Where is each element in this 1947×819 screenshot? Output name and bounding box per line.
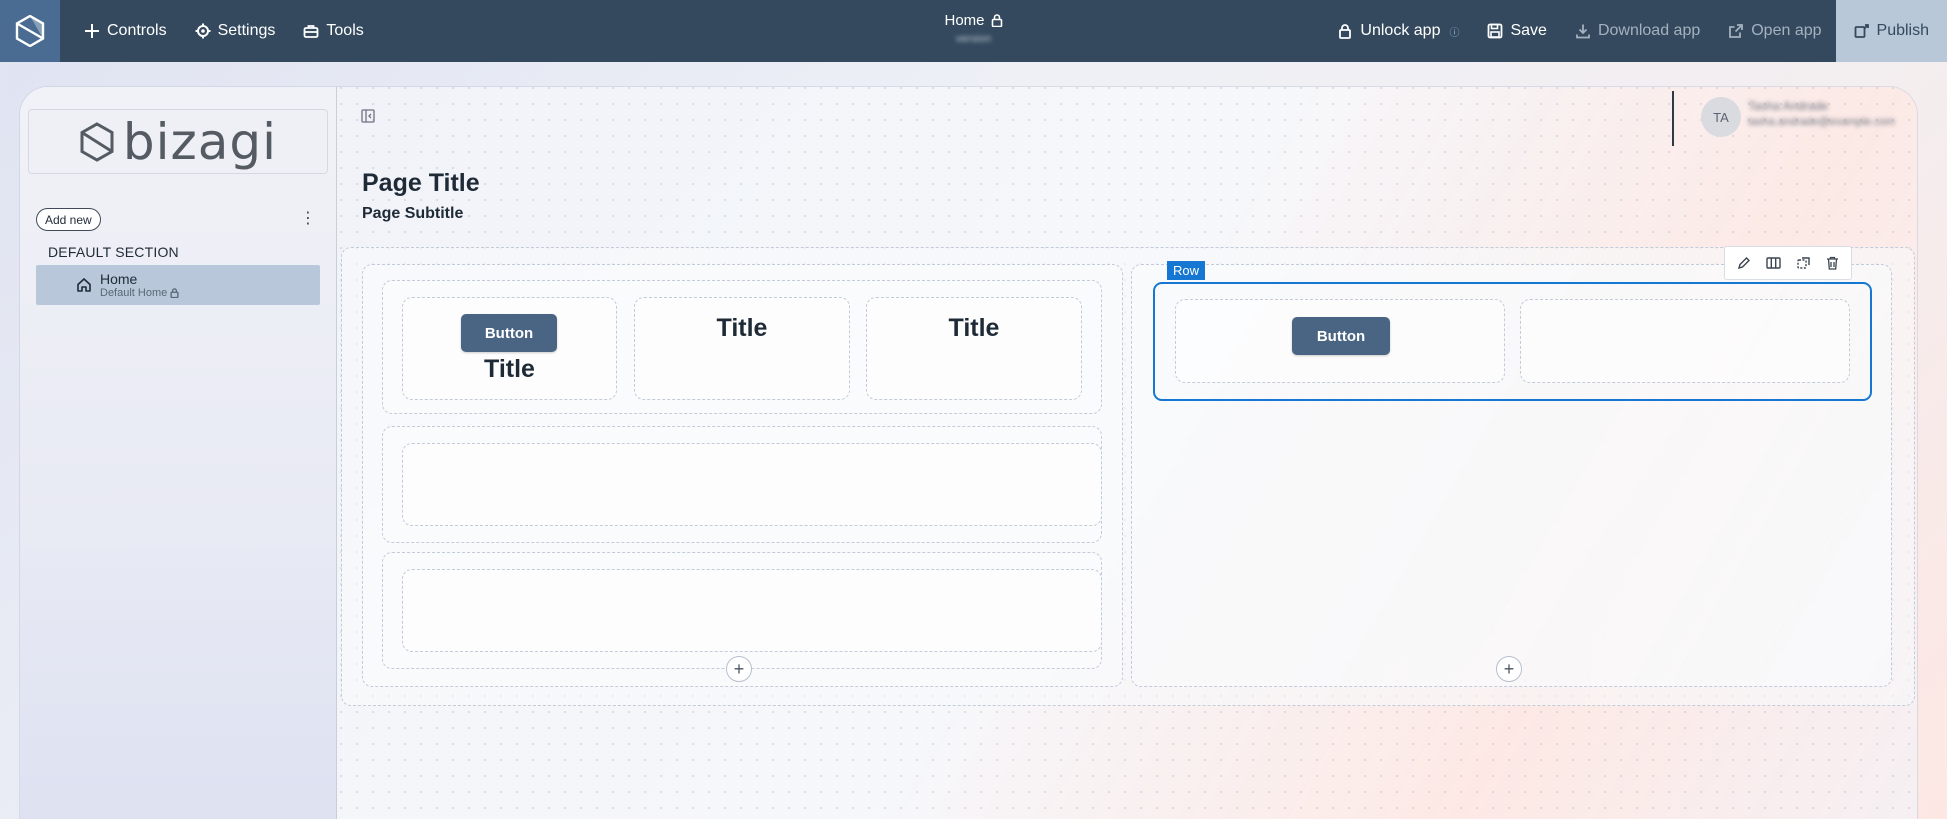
page-title[interactable]: Page Title	[362, 169, 480, 198]
add-new-button[interactable]: Add new	[36, 208, 101, 231]
app-sidebar: bizagi Add new ⋮ DEFAULT SECTION Home De…	[20, 87, 337, 819]
add-row-button[interactable]: +	[726, 656, 752, 682]
left-row-1-cell-1[interactable]: Button Title	[402, 297, 617, 400]
lock-icon	[1339, 24, 1352, 39]
unlock-app-button[interactable]: Unlock app ⓘ	[1323, 0, 1473, 62]
header-divider	[1672, 91, 1674, 146]
settings-button[interactable]: Settings	[181, 0, 290, 62]
plus-icon	[85, 24, 99, 38]
current-page-name: Home	[944, 12, 985, 29]
collapse-sidebar-icon[interactable]	[361, 109, 375, 128]
settings-label: Settings	[217, 22, 276, 39]
info-icon[interactable]: ⓘ	[1449, 24, 1459, 39]
page-indicator: Home version	[944, 12, 1002, 45]
top-bar: Controls Settings Tools Home version Unl…	[0, 0, 1947, 62]
left-row-2-cell-1[interactable]	[402, 443, 1102, 526]
brand-wordmark: bizagi	[122, 112, 278, 171]
user-email: tasha.andrade@example.com	[1748, 116, 1895, 128]
sidebar-item-sublabel: Default Home	[100, 286, 168, 299]
app-canvas: bizagi Add new ⋮ DEFAULT SECTION Home De…	[20, 87, 1917, 819]
toolbox-icon	[303, 25, 319, 38]
user-info: Tasha Andrade tasha.andrade@example.com	[1748, 99, 1895, 128]
page-subtitle[interactable]: Page Subtitle	[362, 205, 463, 223]
title-control[interactable]: Title	[867, 314, 1081, 343]
avatar[interactable]: TA	[1701, 97, 1741, 137]
home-icon	[76, 277, 92, 293]
columns-icon[interactable]	[1766, 256, 1781, 270]
section-label: DEFAULT SECTION	[48, 244, 179, 260]
lock-icon	[991, 14, 1002, 27]
more-options-icon[interactable]: ⋮	[300, 211, 316, 227]
sidebar-item-home[interactable]: Home Default Home	[36, 265, 320, 305]
save-label: Save	[1510, 22, 1547, 39]
button-control[interactable]: Button	[1292, 317, 1390, 355]
download-icon	[1576, 24, 1590, 39]
unlock-app-label: Unlock app	[1360, 22, 1441, 39]
app-logo[interactable]	[0, 0, 60, 62]
right-row-1-cell-2[interactable]	[1520, 299, 1850, 383]
left-row-1-cell-2[interactable]: Title	[634, 297, 850, 400]
title-control[interactable]: Title	[635, 314, 849, 343]
publish-label: Publish	[1876, 22, 1929, 39]
bizagi-hexagon-icon	[80, 121, 114, 162]
controls-label: Controls	[107, 22, 167, 39]
tools-label: Tools	[326, 22, 364, 39]
sidebar-item-label: Home	[100, 270, 138, 287]
lock-icon	[170, 287, 179, 298]
open-app-label: Open app	[1751, 22, 1822, 39]
page-version: version	[955, 33, 992, 45]
edit-icon[interactable]	[1737, 256, 1751, 270]
right-row-1-cell-1[interactable]: Button	[1175, 299, 1505, 383]
row-toolbar	[1724, 246, 1852, 280]
duplicate-icon[interactable]	[1797, 256, 1811, 270]
row-tag: Row	[1167, 261, 1206, 280]
left-row-1-cell-3[interactable]: Title	[866, 297, 1082, 400]
user-name: Tasha Andrade	[1748, 99, 1829, 113]
publish-icon	[1854, 24, 1869, 38]
title-control[interactable]: Title	[403, 355, 616, 384]
left-row-3-cell-1[interactable]	[402, 569, 1102, 652]
button-control[interactable]: Button	[461, 314, 557, 352]
controls-button[interactable]: Controls	[70, 0, 181, 62]
publish-button[interactable]: Publish	[1835, 0, 1947, 62]
save-button[interactable]: Save	[1473, 0, 1560, 62]
open-app-button[interactable]: Open app	[1714, 0, 1835, 62]
add-row-button[interactable]: +	[1496, 656, 1522, 682]
download-app-button[interactable]: Download app	[1561, 0, 1714, 62]
tools-button[interactable]: Tools	[289, 0, 377, 62]
download-app-label: Download app	[1597, 22, 1701, 39]
save-icon	[1488, 23, 1503, 39]
gear-icon	[195, 23, 211, 39]
hexagon-logo-icon	[15, 15, 45, 47]
external-link-icon	[1729, 24, 1744, 38]
trash-icon[interactable]	[1826, 256, 1839, 270]
brand-logo: bizagi	[28, 109, 328, 174]
